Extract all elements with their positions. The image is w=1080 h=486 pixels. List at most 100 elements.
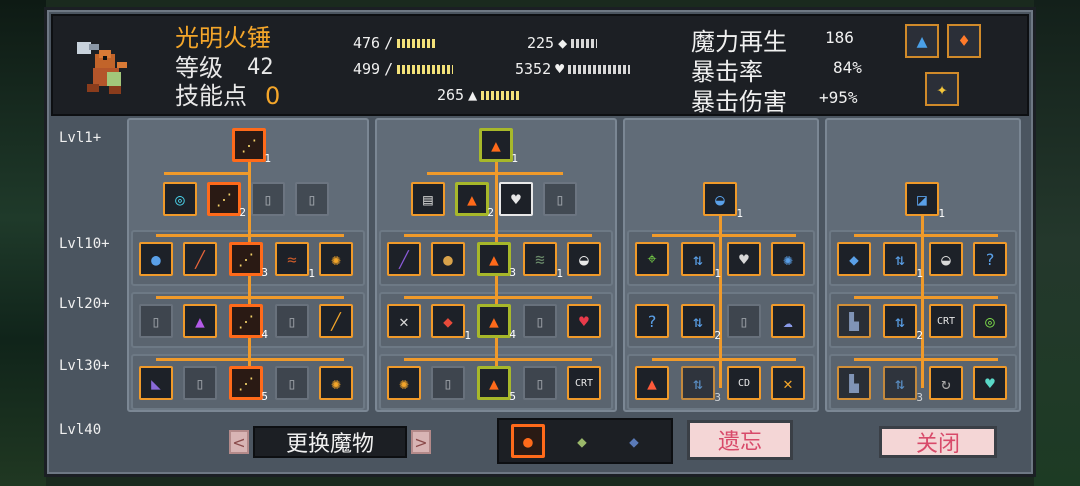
skill-points-value: 0: [265, 82, 281, 110]
skill-node-shield-plus-icon[interactable]: ◆: [837, 242, 871, 276]
skill-node-whirlwind-icon[interactable]: ◎: [163, 182, 197, 216]
skill-node-target-icon[interactable]: ✕: [771, 366, 805, 400]
skill-node-blue-arrows-icon[interactable]: ⇅ 1: [883, 242, 923, 280]
skill-node-blue-arrows-icon[interactable]: ⇅ 1: [681, 242, 721, 280]
skill-node-sword-icon[interactable]: ╱: [319, 304, 353, 338]
skill-node-grey-heart-icon[interactable]: ♥: [727, 242, 761, 276]
skill-node-sparks-icon[interactable]: ⋰ 2: [207, 182, 246, 219]
skill-node-locked-icon[interactable]: ▯: [139, 304, 173, 338]
skill-node-helmet-icon[interactable]: ◒: [929, 242, 963, 276]
tab-nature-tree-icon[interactable]: ◆: [565, 424, 599, 458]
skill-node-cooldown-icon[interactable]: CD: [727, 366, 761, 400]
tree-2-branch: [404, 234, 592, 237]
tree-2-branch: [427, 172, 563, 175]
sword-icon: /: [384, 34, 394, 52]
skill-node-scroll-icon[interactable]: ▤: [411, 182, 445, 216]
skill-node-fist-icon[interactable]: ●: [431, 242, 465, 276]
skill-node-gear-sword-icon[interactable]: ✺: [387, 366, 421, 400]
skill-node-fire-hammer-icon[interactable]: ▲ 3: [477, 242, 516, 279]
skill-node-locked-icon[interactable]: ▯: [251, 182, 285, 216]
skill-node-locked-icon[interactable]: ▯: [183, 366, 217, 400]
skill-node-gear-icon[interactable]: ✺: [319, 366, 353, 400]
mana-buff-icon[interactable]: ▲: [905, 24, 939, 58]
skill-node-locked-icon[interactable]: ▯: [727, 304, 761, 338]
skill-node-wand-icon[interactable]: ╱: [387, 242, 421, 276]
level-row-label: Lvl30+: [59, 358, 110, 374]
crit-dmg-label: 暴击伤害: [691, 88, 787, 116]
skill-node-question-icon[interactable]: ?: [973, 242, 1007, 276]
skill-node-purple-flame-icon[interactable]: ▲: [183, 304, 217, 338]
skill-node-sparks-icon[interactable]: ⋰ 1: [232, 128, 271, 165]
skill-node-recycle-icon[interactable]: ↻: [929, 366, 963, 400]
skill-node-blue-arrows-icon[interactable]: ⇅ 2: [681, 304, 721, 342]
skill-node-locked-icon[interactable]: ▯: [543, 182, 577, 216]
skill-node-blue-box-icon[interactable]: ◪ 1: [905, 182, 945, 220]
shield-icon: ◆: [558, 34, 568, 52]
skill-node-crossed-swords-icon[interactable]: ✕: [387, 304, 421, 338]
hp-value: 5352: [515, 60, 552, 78]
sparkle-buff-icon[interactable]: ✦: [925, 72, 959, 106]
skill-node-wave-icon[interactable]: ≋ 1: [523, 242, 563, 280]
skill-node-locked-icon[interactable]: ▯: [275, 304, 309, 338]
skill-node-heart-diamond-icon[interactable]: ♥: [567, 304, 601, 338]
defense-bar: [571, 38, 598, 48]
attack-stat: 476 /: [353, 34, 438, 52]
crit-dmg-value: +95%: [819, 88, 858, 107]
pet-skill-panel: 光明火锤 等级 42 技能点 0 476 / 499 / 265 ▲ 225 ◆…: [44, 7, 1036, 477]
skill-node-fire-hammer-icon[interactable]: ▲ 1: [479, 128, 518, 165]
speed-value: 265: [437, 86, 465, 104]
skill-node-wolf-icon[interactable]: ◣: [139, 366, 173, 400]
skill-node-locked-icon[interactable]: ▯: [275, 366, 309, 400]
skill-node-blue-helmet-icon[interactable]: ◒ 1: [703, 182, 743, 220]
crit-attack-value: 499: [353, 60, 381, 78]
dragon-pet-icon: [77, 42, 127, 94]
skill-node-sparks-icon[interactable]: ⋰ 5: [229, 366, 268, 403]
tree-1-branch: [156, 358, 344, 361]
skill-node-helmet-icon[interactable]: ◒: [567, 242, 601, 276]
skill-node-fire-hammer-icon[interactable]: ▲ 5: [477, 366, 516, 403]
defense-stat: 225 ◆: [527, 34, 598, 52]
skill-node-blue-arrows-icon[interactable]: ⇅ 2: [883, 304, 923, 342]
skill-node-blue-arrows-icon[interactable]: ⇅ 3: [681, 366, 721, 404]
boot-icon: ▲: [468, 86, 478, 104]
skill-node-army-icon[interactable]: ▙: [837, 366, 871, 400]
crit-attack-stat: 499 /: [353, 60, 454, 78]
next-pet-button[interactable]: >: [411, 430, 431, 454]
skill-node-question-icon[interactable]: ?: [635, 304, 669, 338]
skill-node-locked-icon[interactable]: ▯: [295, 182, 329, 216]
skill-node-sparks-icon[interactable]: ⋰ 3: [229, 242, 268, 279]
skill-node-flame-wave-icon[interactable]: ≈1: [275, 242, 315, 280]
skill-node-gears-icon[interactable]: ✺: [771, 242, 805, 276]
skill-node-compass-icon[interactable]: ⌖: [635, 242, 669, 276]
skill-node-cyan-heart-icon[interactable]: ♥: [973, 366, 1007, 400]
skill-node-blue-arrows-icon[interactable]: ⇅ 3: [883, 366, 923, 404]
skill-node-locked-icon[interactable]: ▯: [523, 366, 557, 400]
skill-node-ring-icon[interactable]: ◎: [973, 304, 1007, 338]
skill-node-fire-hammer-icon[interactable]: ▲ 4: [477, 304, 516, 341]
skill-node-orbs-icon[interactable]: ●: [139, 242, 173, 276]
skill-node-armor-icon[interactable]: ▙: [837, 304, 871, 338]
tab-shield-tree-icon[interactable]: ◆: [617, 424, 651, 458]
forget-button[interactable]: 遗忘: [687, 420, 793, 460]
skill-node-fire-hammer-icon[interactable]: ▲ 2: [455, 182, 494, 219]
skill-node-crit-icon[interactable]: CRT: [567, 366, 601, 400]
skill-node-boost-icon[interactable]: ▲: [635, 366, 669, 400]
skill-node-heart-icon[interactable]: ♥: [499, 182, 533, 216]
skill-node-gear-icon[interactable]: ✺: [319, 242, 353, 276]
speed-stat: 265 ▲: [437, 86, 522, 104]
attack-bar: [397, 38, 438, 48]
fire-buff-icon[interactable]: ♦: [947, 24, 981, 58]
hp-stat: 5352 ♥: [515, 60, 631, 78]
tab-fire-tree-icon[interactable]: ●: [511, 424, 545, 458]
close-button[interactable]: 关闭: [879, 426, 997, 458]
tree-2-branch: [404, 296, 592, 299]
skill-node-cloud-icon[interactable]: ☁: [771, 304, 805, 338]
skill-node-locked-icon[interactable]: ▯: [431, 366, 465, 400]
tree-3-branch: [652, 234, 796, 237]
skill-node-sparks-icon[interactable]: ⋰ 4: [229, 304, 268, 341]
skill-node-crit-icon[interactable]: CRT: [929, 304, 963, 338]
skill-node-slash-icon[interactable]: ╱: [183, 242, 217, 276]
prev-pet-button[interactable]: <: [229, 430, 249, 454]
skill-node-red-shield-icon[interactable]: ◆ 1: [431, 304, 471, 342]
skill-node-locked-icon[interactable]: ▯: [523, 304, 557, 338]
